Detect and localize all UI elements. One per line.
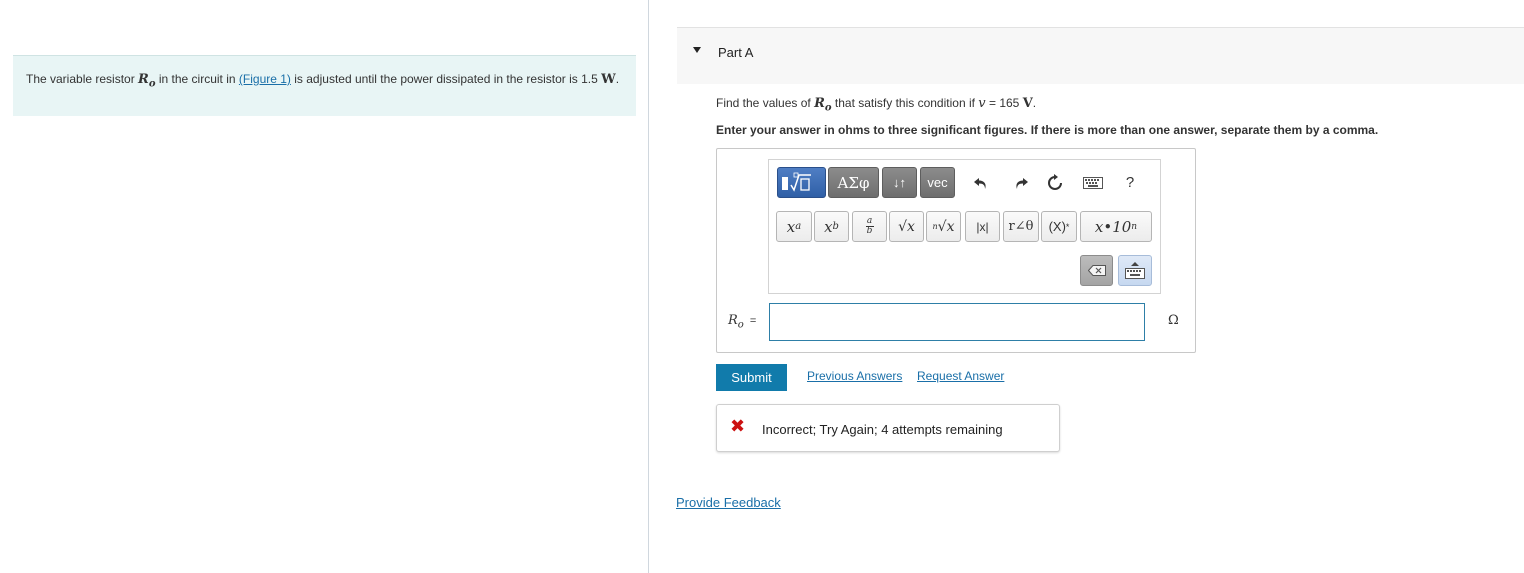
help-icon[interactable]: ? [1120, 172, 1140, 192]
problem-pane: The variable resistor Ro in the circuit … [0, 0, 649, 573]
scientific-notation-button[interactable]: x•10 n [1080, 211, 1152, 242]
submit-button[interactable]: Submit [716, 364, 787, 391]
keyboard-up-icon [1125, 261, 1145, 279]
templates-icon [781, 172, 811, 192]
part-title: Part A [718, 45, 754, 60]
intro-unit-W: W [601, 72, 616, 87]
feedback-message-box: ✖ Incorrect; Try Again; 4 attempts remai… [716, 404, 1060, 452]
keyboard-icon[interactable] [1082, 175, 1104, 191]
intro-text-2: in the circuit in [155, 72, 239, 86]
backspace-button[interactable] [1080, 255, 1113, 286]
part-a-header[interactable]: Part A [677, 27, 1524, 84]
previous-answers-link[interactable]: Previous Answers [807, 369, 902, 383]
polar-form-button[interactable]: r∠θ [1003, 211, 1039, 242]
show-keyboard-button[interactable] [1118, 255, 1152, 286]
fraction-button[interactable]: a b [852, 211, 887, 242]
vector-button[interactable]: vec [920, 167, 955, 198]
incorrect-x-icon: ✖ [730, 416, 746, 436]
answer-input[interactable] [769, 303, 1145, 341]
collapse-caret-icon[interactable] [693, 47, 701, 53]
superscript-button[interactable]: xa [776, 211, 812, 242]
request-answer-link[interactable]: Request Answer [917, 369, 1004, 383]
greek-letters-button[interactable]: ΑΣφ [828, 167, 879, 198]
ohm-unit: Ω [1168, 313, 1179, 328]
subscript-button[interactable]: xb [814, 211, 849, 242]
arrows-button[interactable]: ↓↑ [882, 167, 917, 198]
figure-link[interactable]: (Figure 1) [239, 72, 291, 86]
provide-feedback-link[interactable]: Provide Feedback [676, 495, 781, 510]
intro-text-4: . [615, 72, 620, 86]
conjugate-button[interactable]: (X) * [1041, 211, 1077, 242]
question-text: Find the values of Ro that satisfy this … [716, 96, 1037, 114]
absolute-value-button[interactable]: |x| [965, 211, 1000, 242]
feedback-text: Incorrect; Try Again; 4 attempts remaini… [762, 422, 1003, 437]
intro-text-1: The variable resistor [26, 72, 139, 86]
reset-icon[interactable] [1045, 173, 1065, 193]
square-root-button[interactable]: √x [889, 211, 924, 242]
backspace-icon [1087, 265, 1106, 276]
problem-statement: The variable resistor Ro in the circuit … [13, 55, 636, 116]
intro-text-3: is adjusted until the power dissipated i… [290, 72, 602, 86]
math-toolbar: ΑΣφ ↓↑ vec ? xa xb a b √x n √x |x| r∠θ (X… [768, 159, 1161, 294]
nth-root-button[interactable]: n √x [926, 211, 961, 242]
intro-var-R: Ro [138, 72, 156, 90]
templates-button[interactable] [777, 167, 826, 198]
redo-icon[interactable] [1011, 173, 1031, 193]
answer-instructions: Enter your answer in ohms to three signi… [716, 123, 1379, 137]
answer-variable-label: Ro = [728, 313, 757, 331]
undo-icon[interactable] [971, 173, 991, 193]
